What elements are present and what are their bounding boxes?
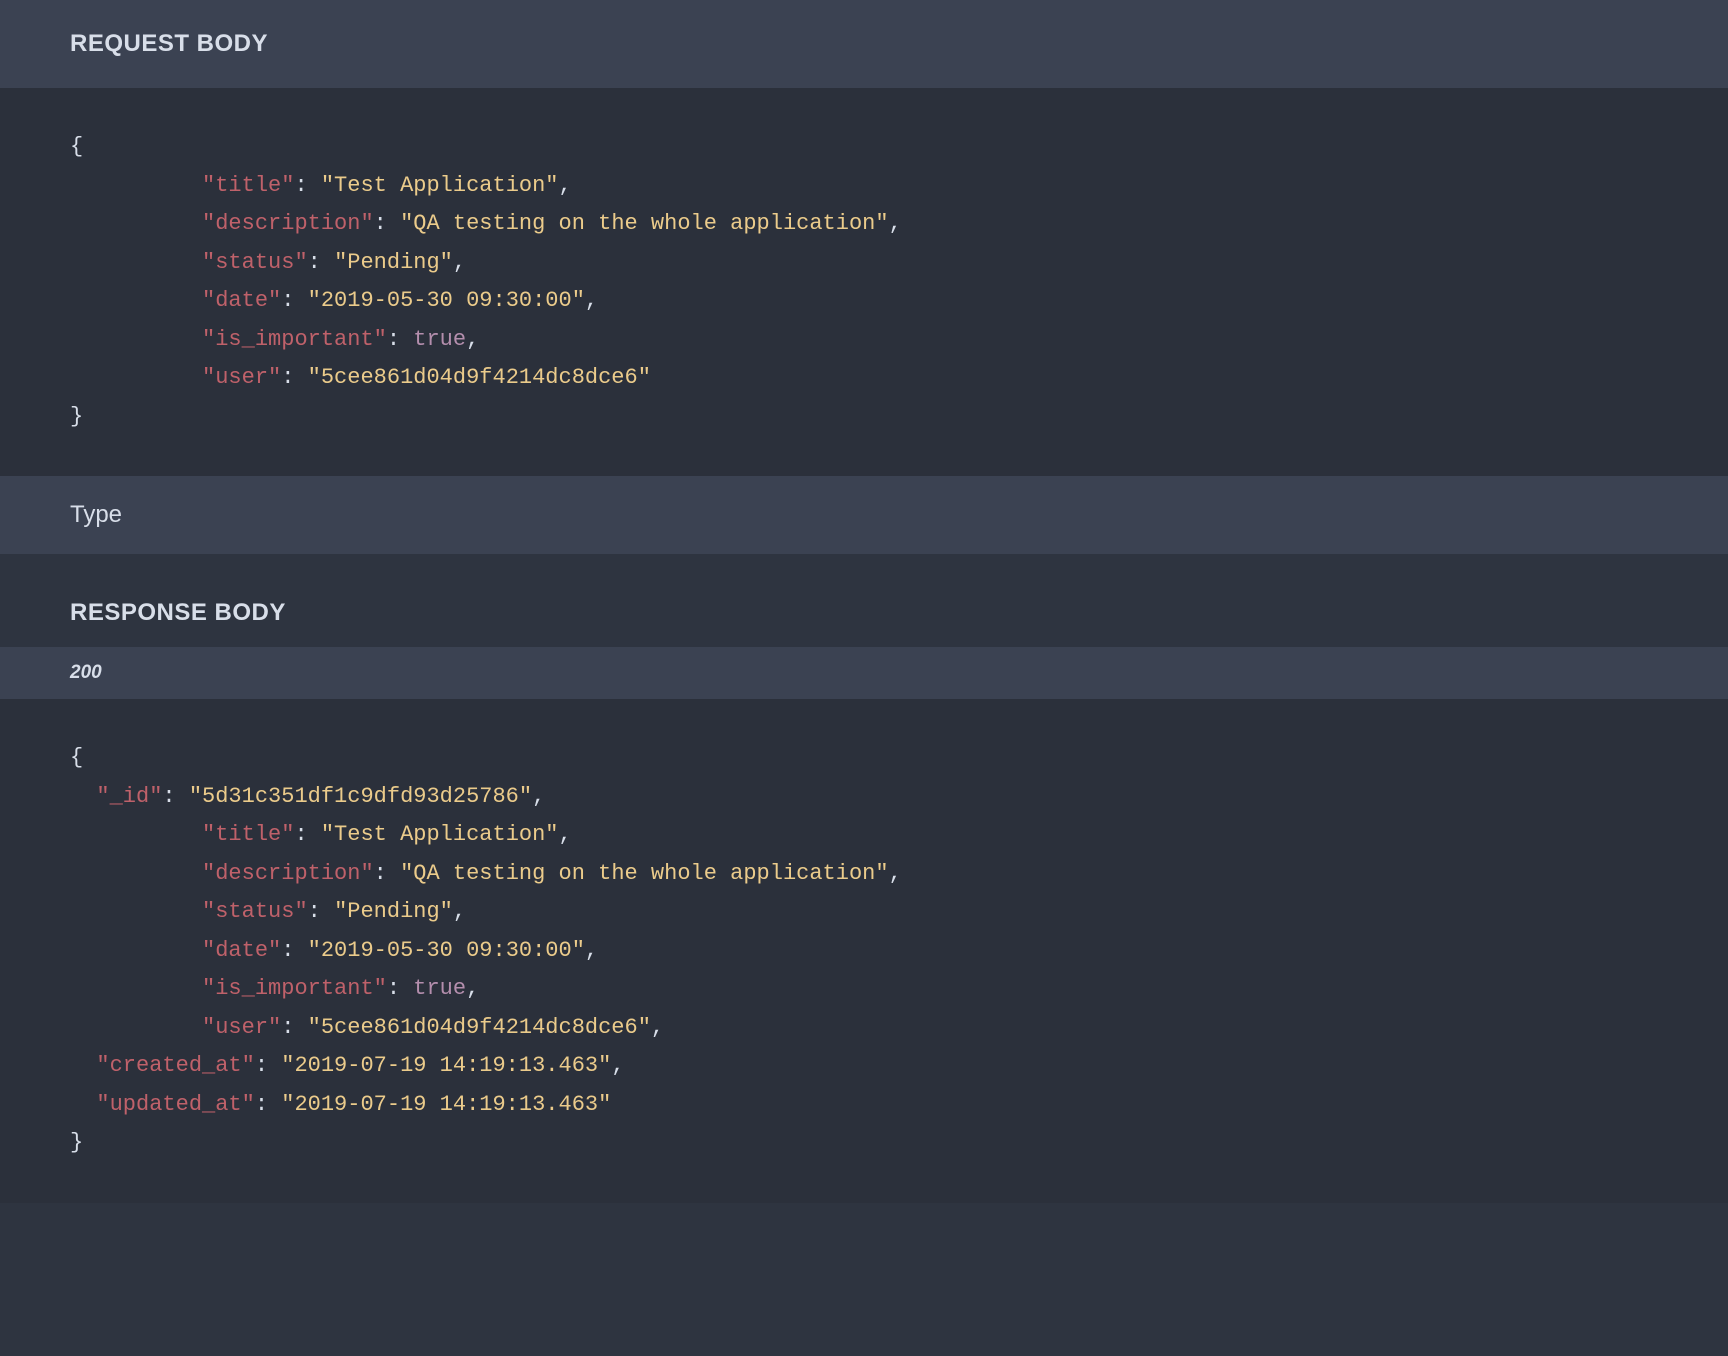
json-key-date: "date" (202, 938, 281, 963)
indent (70, 211, 202, 236)
indent (70, 899, 202, 924)
json-value-isimportant: true (413, 327, 466, 352)
colon: : (387, 327, 413, 352)
comma: , (611, 1053, 624, 1078)
brace-close: } (70, 1130, 83, 1155)
json-key-title: "title" (202, 173, 294, 198)
json-key-status: "status" (202, 899, 308, 924)
json-value-updatedat: "2019-07-19 14:19:13.463" (281, 1092, 611, 1117)
colon: : (387, 976, 413, 1001)
type-label: Type (0, 476, 1728, 554)
json-key-date: "date" (202, 288, 281, 313)
json-value-date: "2019-05-30 09:30:00" (308, 288, 585, 313)
indent (70, 976, 202, 1001)
json-key-updatedat: "updated_at" (96, 1092, 254, 1117)
colon: : (255, 1053, 281, 1078)
comma: , (453, 899, 466, 924)
json-value-status: "Pending" (334, 899, 453, 924)
json-value-title: "Test Application" (321, 173, 559, 198)
json-value-status: "Pending" (334, 250, 453, 275)
comma: , (532, 784, 545, 809)
json-value-id: "5d31c351df1c9dfd93d25786" (189, 784, 532, 809)
comma: , (466, 976, 479, 1001)
indent (70, 327, 202, 352)
indent (70, 365, 202, 390)
comma: , (453, 250, 466, 275)
response-body-heading: RESPONSE BODY (0, 554, 1728, 647)
json-key-title: "title" (202, 822, 294, 847)
comma: , (559, 173, 572, 198)
request-body-heading: REQUEST BODY (0, 0, 1728, 88)
json-key-isimportant: "is_important" (202, 976, 387, 1001)
json-value-user: "5cee861d04d9f4214dc8dce6" (308, 365, 651, 390)
indent (70, 938, 202, 963)
json-key-user: "user" (202, 365, 281, 390)
comma: , (559, 822, 572, 847)
indent (70, 1015, 202, 1040)
json-value-description: "QA testing on the whole application" (400, 211, 888, 236)
json-value-date: "2019-05-30 09:30:00" (308, 938, 585, 963)
comma: , (585, 288, 598, 313)
colon: : (308, 899, 334, 924)
colon: : (281, 938, 307, 963)
comma: , (889, 861, 902, 886)
comma: , (466, 327, 479, 352)
comma: , (651, 1015, 664, 1040)
comma: , (889, 211, 902, 236)
indent (70, 822, 202, 847)
colon: : (281, 1015, 307, 1040)
colon: : (308, 250, 334, 275)
colon: : (294, 822, 320, 847)
colon: : (374, 861, 400, 886)
comma: , (585, 938, 598, 963)
brace-open: { (70, 745, 83, 770)
brace-open: { (70, 134, 83, 159)
response-body-code: { "_id": "5d31c351df1c9dfd93d25786", "ti… (0, 699, 1728, 1203)
json-value-isimportant: true (413, 976, 466, 1001)
colon: : (255, 1092, 281, 1117)
indent (70, 288, 202, 313)
request-body-code: { "title": "Test Application", "descript… (0, 88, 1728, 476)
json-key-createdat: "created_at" (96, 1053, 254, 1078)
colon: : (162, 784, 188, 809)
colon: : (374, 211, 400, 236)
json-key-isimportant: "is_important" (202, 327, 387, 352)
brace-close: } (70, 404, 83, 429)
json-key-status: "status" (202, 250, 308, 275)
status-code: 200 (0, 647, 1728, 699)
json-value-user: "5cee861d04d9f4214dc8dce6" (308, 1015, 651, 1040)
json-key-user: "user" (202, 1015, 281, 1040)
indent (70, 173, 202, 198)
json-key-id: "_id" (96, 784, 162, 809)
colon: : (281, 365, 307, 390)
indent (70, 861, 202, 886)
json-value-createdat: "2019-07-19 14:19:13.463" (281, 1053, 611, 1078)
colon: : (281, 288, 307, 313)
json-key-description: "description" (202, 861, 374, 886)
json-value-description: "QA testing on the whole application" (400, 861, 888, 886)
indent (70, 250, 202, 275)
json-key-description: "description" (202, 211, 374, 236)
colon: : (294, 173, 320, 198)
json-value-title: "Test Application" (321, 822, 559, 847)
